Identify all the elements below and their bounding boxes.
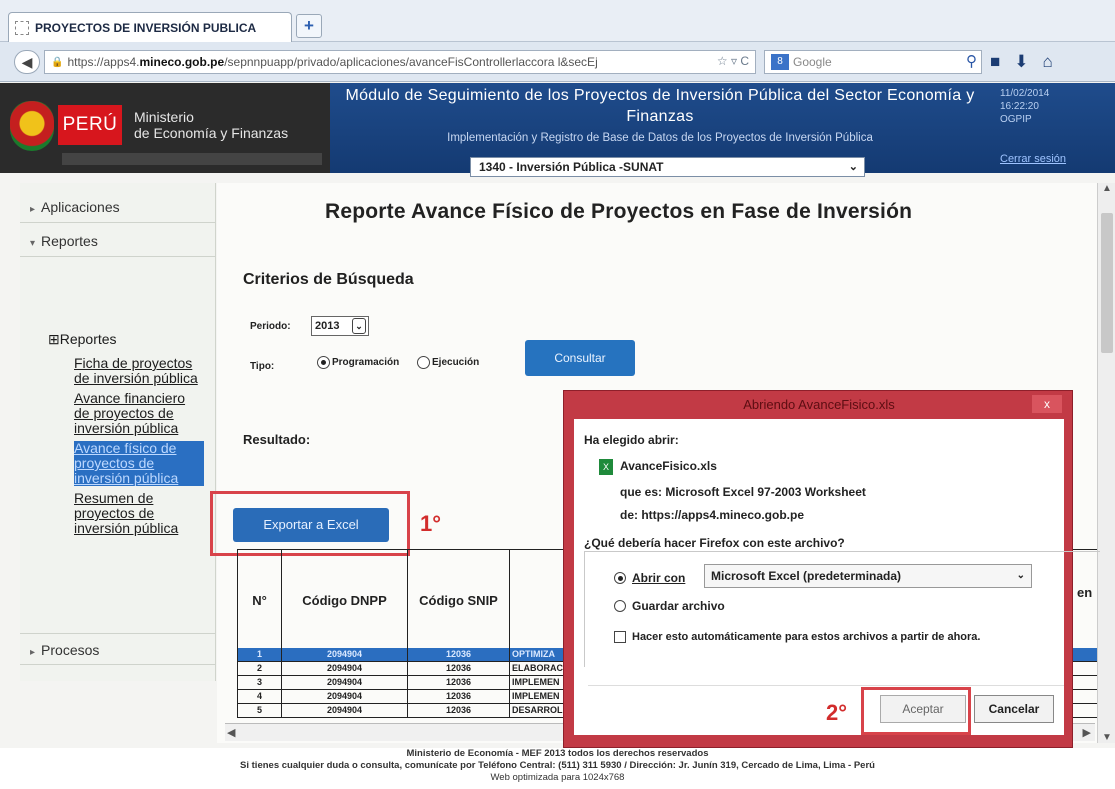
tipo-ejecucion-radio[interactable]: Ejecución — [417, 356, 479, 369]
session-office: OGPIP — [1000, 114, 1032, 125]
url-prefix: https://apps4. — [67, 55, 140, 69]
footer-copyright: Ministerio de Economía - MEF 2013 todos … — [406, 748, 709, 759]
lock-icon: 🔒 — [51, 56, 64, 68]
sidebar-link-avance-financiero[interactable]: Avance financiero de proyectos de invers… — [74, 391, 204, 436]
periodo-select[interactable]: 2013 ⌄ — [311, 316, 369, 336]
chevron-down-icon: ⌄ — [1016, 570, 1025, 581]
radio-checked[interactable] — [614, 572, 626, 584]
sidebar-subgroup-reportes[interactable]: ⊞Reportes — [48, 331, 117, 348]
chevron-down-icon: ⌄ — [848, 161, 858, 173]
resultado-label: Resultado: — [243, 432, 311, 447]
sidebar-report-links: Ficha de proyectos de inversión pública … — [74, 356, 204, 541]
google-icon: 8 — [771, 54, 789, 70]
excel-file-icon: X — [599, 459, 613, 475]
search-input[interactable]: 8 Google ⚲ — [764, 50, 982, 74]
sidebar-item-reportes[interactable]: ▾ Reportes — [20, 225, 216, 257]
sidebar-link-avance-fisico[interactable]: Avance físico de proyectos de inversión … — [74, 441, 204, 486]
criteria-title: Criterios de Búsqueda — [243, 271, 414, 288]
scroll-up-icon[interactable]: ▲ — [1102, 183, 1112, 194]
site-footer: Ministerio de Economía - MEF 2013 todos … — [0, 748, 1115, 789]
sidebar-link-resumen[interactable]: Resumen de proyectos de inversión públic… — [74, 491, 204, 536]
close-icon[interactable]: x — [1032, 395, 1062, 413]
footer-optimized: Web optimizada para 1024x768 — [490, 772, 625, 783]
url-reload-controls[interactable]: ☆ ▿ C — [717, 54, 749, 68]
accept-highlight-box — [861, 687, 971, 735]
consultar-button[interactable]: Consultar — [525, 340, 635, 376]
sidebar-item-aplicaciones[interactable]: ▸ Aplicaciones — [20, 191, 216, 223]
logout-link[interactable]: Cerrar sesión — [1000, 153, 1066, 165]
divider — [588, 685, 1064, 686]
periodo-label: Periodo: — [250, 321, 291, 332]
chosen-label: Ha elegido abrir: — [584, 433, 679, 447]
chevron-down-icon: ⌄ — [352, 318, 366, 334]
header-codigo-snip: Código SNIP — [407, 550, 509, 650]
download-icon[interactable]: ⬇ — [1014, 52, 1028, 72]
file-source: de: https://apps4.mineco.gob.pe — [620, 508, 805, 522]
browser-nav-bar: ◀ 🔒 https://apps4. mineco.gob.pe/sepnnpua… — [0, 42, 1115, 82]
chevron-down-icon: ▾ — [30, 238, 36, 249]
step-2-annotation: 2° — [826, 700, 848, 725]
bookmarks-icon[interactable]: ■ — [990, 52, 1000, 72]
export-excel-button[interactable]: Exportar a Excel — [233, 508, 389, 542]
tipo-programacion-radio[interactable]: Programación — [317, 356, 399, 369]
page-icon — [15, 20, 29, 35]
search-icon[interactable]: ⚲ — [966, 52, 977, 70]
chevron-right-icon: ▸ — [30, 647, 36, 658]
open-with-radio[interactable]: Abrir con — [614, 571, 685, 585]
application-select[interactable]: Microsoft Excel (predeterminada) ⌄ — [704, 564, 1032, 588]
save-file-radio[interactable]: Guardar archivo — [614, 599, 725, 613]
dialog-title: Abriendo AvanceFisico.xls — [743, 397, 895, 412]
dialog-body: Ha elegido abrir: X AvanceFisico.xls que… — [574, 419, 1100, 735]
page-title: Reporte Avance Físico de Proyectos en Fa… — [325, 200, 913, 223]
radio-checked[interactable] — [317, 356, 330, 369]
checkbox[interactable] — [614, 631, 626, 643]
radio-unchecked[interactable] — [417, 356, 430, 369]
session-info: 11/02/2014 16:22:20 OGPIP — [1000, 87, 1049, 126]
sidebar: ▸ Aplicaciones ▾ Reportes ⊞Reportes Ficha … — [20, 183, 216, 681]
chevron-right-icon: ▸ — [30, 204, 36, 215]
peru-brand: PERÚ — [58, 105, 122, 145]
tipo-label: Tipo: — [250, 361, 275, 372]
site-header: PERÚ Ministerio de Economía y Finanzas M… — [0, 83, 1115, 177]
footer-contact: Si tienes cualquier duda o consulta, com… — [240, 760, 875, 771]
module-subtitle: Implementación y Registro de Base de Dat… — [447, 132, 873, 144]
ministry-name: Ministerio de Economía y Finanzas — [134, 109, 289, 141]
file-type: que es: Microsoft Excel 97-2003 Workshee… — [620, 485, 866, 499]
file-name: AvanceFisico.xls — [620, 459, 717, 473]
header-n: N° — [237, 550, 281, 650]
peru-coat-of-arms-icon — [10, 101, 54, 151]
search-placeholder: Google — [793, 55, 832, 69]
auto-action-checkbox[interactable]: Hacer esto automáticamente para estos ar… — [614, 631, 980, 643]
url-bar[interactable]: 🔒 https://apps4. mineco.gob.pe/sepnnpuapp… — [44, 50, 756, 74]
toolbar-icons: ■ ⬇ ⌂ — [990, 52, 1053, 72]
new-tab-button[interactable]: + — [296, 14, 322, 38]
download-dialog: Abriendo AvanceFisico.xls x Ha elegido a… — [563, 390, 1100, 748]
sidebar-link-ficha[interactable]: Ficha de proyectos de inversión pública — [74, 356, 204, 386]
home-icon[interactable]: ⌂ — [1043, 52, 1053, 72]
unit-select[interactable]: 1340 - Inversión Pública -SUNAT ⌄ — [470, 157, 865, 177]
logo-subtitle-bar — [62, 153, 322, 165]
sidebar-item-procesos[interactable]: ▸ Procesos — [20, 633, 216, 665]
tree-collapse-icon: ⊞ — [48, 331, 60, 347]
browser-tab[interactable]: PROYECTOS DE INVERSIÓN PUBLICA — [8, 12, 292, 42]
cancel-button[interactable]: Cancelar — [974, 695, 1054, 723]
module-title: Módulo de Seguimiento de los Proyectos d… — [345, 87, 975, 125]
radio-unchecked[interactable] — [614, 600, 626, 612]
url-domain: mineco.gob.pe — [139, 55, 225, 69]
header-codigo-dnpp: Código DNPP — [281, 550, 407, 650]
ministry-logo: PERÚ Ministerio de Economía y Finanzas — [0, 83, 330, 173]
scroll-down-icon[interactable]: ▼ — [1102, 732, 1112, 743]
scroll-left-icon[interactable]: ◀ — [227, 726, 235, 739]
back-button[interactable]: ◀ — [14, 50, 40, 74]
step-1-annotation: 1° — [420, 511, 442, 536]
header-description — [509, 550, 565, 650]
session-time: 16:22:20 — [1000, 101, 1039, 112]
scrollbar-thumb[interactable] — [1101, 213, 1113, 353]
tab-title: PROYECTOS DE INVERSIÓN PUBLICA — [35, 20, 257, 35]
session-date: 11/02/2014 — [1000, 88, 1050, 99]
browser-tab-bar: PROYECTOS DE INVERSIÓN PUBLICA + — [0, 0, 1115, 42]
scroll-right-icon[interactable]: ▶ — [1083, 726, 1091, 739]
action-question: ¿Qué debería hacer Firefox con este arch… — [584, 536, 845, 550]
url-path: /sepnnpuapp/privado/aplicaciones/avanceF… — [224, 55, 598, 69]
